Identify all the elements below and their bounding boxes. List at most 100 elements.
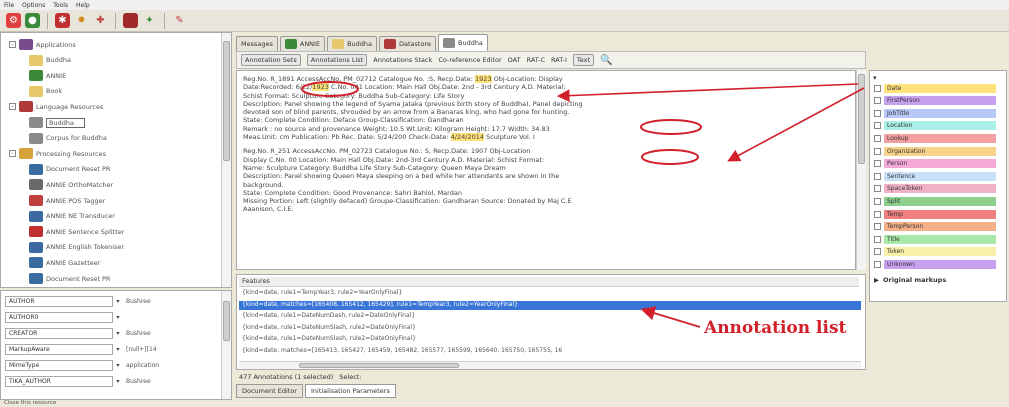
annotation-type-row[interactable]: Person [874, 159, 1006, 169]
tree-item[interactable]: Buddha [29, 54, 71, 66]
annotation-type-checkbox[interactable] [874, 185, 881, 193]
annotation-type-checkbox[interactable] [874, 197, 881, 205]
chevron-down-icon[interactable]: ▾ [113, 298, 123, 305]
annotation-type-row[interactable]: Lookup [874, 133, 1006, 143]
tree-item[interactable]: ANNIE NE Transducer [29, 210, 115, 222]
default-set-expander[interactable]: ▾ [873, 74, 877, 82]
annotation-type-checkbox[interactable] [874, 210, 881, 218]
tab-annie[interactable]: ANNIE [279, 36, 326, 51]
tree-item[interactable]: Book [29, 85, 62, 97]
annotation-type-row[interactable]: Title [874, 234, 1006, 244]
metadata-value[interactable]: Bushree [123, 298, 183, 305]
tab-buddha-document[interactable]: Buddha [437, 34, 488, 51]
annotation-sets-button[interactable]: Annotation Sets [241, 54, 301, 66]
load-application-icon[interactable]: ⚙ [6, 13, 21, 28]
metadata-value[interactable]: Bushree [123, 378, 183, 385]
hscroll-thumb[interactable] [299, 363, 459, 368]
tree-item[interactable]: Buddha [29, 117, 85, 128]
annotations-list-button[interactable]: Annotations List [306, 54, 368, 66]
metadata-key[interactable]: AUTHOR0 [5, 312, 113, 323]
annotation-type-row[interactable]: FirstPerson [874, 96, 1006, 106]
tab-datastore[interactable]: Datastore [379, 36, 436, 51]
annotation-row-selected[interactable]: {kind=date, matches=[165408, 165412, 165… [239, 300, 861, 310]
tab-messages[interactable]: Messages [236, 36, 278, 51]
chevron-down-icon[interactable]: ▾ [113, 314, 123, 321]
document-text-area[interactable]: Reg.No. R_1891 AccessAccNo. PM_02712 Cat… [236, 70, 856, 270]
annotation-type-row[interactable]: Organization [874, 146, 1006, 156]
chevron-down-icon[interactable]: ▾ [113, 346, 123, 353]
oat-button[interactable]: OAT [508, 56, 521, 64]
annotation-type-checkbox[interactable] [874, 109, 881, 117]
annotation-type-row[interactable]: Unknown [874, 259, 1006, 269]
tree-item[interactable]: - Processing Resources [9, 148, 106, 160]
tree-item[interactable]: - Language Resources [9, 101, 103, 113]
tree-item[interactable]: - Applications [9, 39, 76, 50]
annotation-type-checkbox[interactable] [874, 172, 881, 180]
annotation-type-row[interactable]: Split [874, 196, 1006, 206]
metadata-scroll-thumb[interactable] [223, 301, 230, 341]
menu-tools[interactable]: Tools [53, 2, 68, 9]
tree-item[interactable]: Document Reset PR [29, 273, 110, 284]
metadata-value[interactable]: Bushree [123, 330, 183, 337]
metadata-key[interactable]: MimeType [5, 360, 113, 371]
annotation-type-checkbox[interactable] [874, 122, 881, 130]
annotation-list-hscrollbar[interactable] [239, 361, 861, 369]
annotation-type-checkbox[interactable] [874, 260, 881, 268]
metadata-value[interactable]: application [123, 362, 183, 369]
metadata-scrollbar[interactable] [221, 291, 231, 399]
tree-expander-icon[interactable]: - [9, 103, 16, 111]
annotation-type-row[interactable]: Date [874, 83, 1006, 93]
annotations-stack-button[interactable]: Annotations Stack [373, 56, 432, 64]
chevron-down-icon[interactable]: ▾ [113, 330, 123, 337]
processing-resource-icon[interactable]: ✹ [74, 13, 89, 28]
gear-red-icon[interactable]: ✱ [55, 13, 70, 28]
document-scroll-thumb[interactable] [858, 74, 865, 164]
annotation-type-row[interactable]: TempPerson [874, 222, 1006, 232]
pipeline-icon[interactable]: ✚ [93, 13, 108, 28]
metadata-key[interactable]: TIKA_AUTHOR [5, 376, 113, 387]
tree-item[interactable]: ANNIE [29, 70, 66, 82]
metadata-value[interactable]: [null+][14 [123, 346, 183, 353]
chevron-down-icon[interactable]: ▾ [113, 378, 123, 385]
annotation-type-row[interactable]: Location [874, 121, 1006, 131]
tree-item[interactable]: ANNIE Sentence Splitter [29, 226, 124, 238]
tree-expander-icon[interactable]: - [9, 150, 16, 158]
annotation-type-row[interactable]: Temp [874, 209, 1006, 219]
tree-item[interactable]: ANNIE Gazetteer [29, 257, 100, 269]
annotation-type-checkbox[interactable] [874, 97, 881, 105]
menu-options[interactable]: Options [22, 2, 45, 9]
datastore-icon[interactable] [123, 13, 138, 28]
annotation-type-checkbox[interactable] [874, 235, 881, 243]
menu-file[interactable]: File [4, 2, 14, 9]
annotation-type-row[interactable]: SpaceToken [874, 184, 1006, 194]
tab-buddha-app[interactable]: Buddha [327, 36, 378, 51]
tree-scrollbar[interactable] [221, 33, 231, 287]
annotation-type-row[interactable]: JobTitle [874, 108, 1006, 118]
chevron-down-icon[interactable]: ▾ [113, 362, 123, 369]
annotation-row[interactable]: {kind=date, matches=[165413, 165427, 165… [239, 347, 861, 356]
menu-help[interactable]: Help [76, 2, 90, 9]
original-markups-set[interactable]: ▶ Original markups [874, 276, 946, 284]
annotation-type-checkbox[interactable] [874, 223, 881, 231]
rat-i-button[interactable]: RAT-I [551, 56, 567, 64]
metadata-key[interactable]: AUTHOR [5, 296, 113, 307]
tree-item[interactable]: ANNIE English Tokeniser [29, 241, 124, 253]
annotation-type-checkbox[interactable] [874, 147, 881, 155]
document-scrollbar[interactable] [856, 70, 866, 270]
tree-expander-icon[interactable]: - [9, 41, 16, 48]
annotation-type-checkbox[interactable] [874, 248, 881, 256]
annotation-type-checkbox[interactable] [874, 84, 881, 92]
wrench-icon[interactable]: ✎ [172, 13, 187, 28]
plugin-icon[interactable]: ✦ [142, 13, 157, 28]
tree-item[interactable]: ANNIE POS Tagger [29, 195, 105, 206]
tree-item[interactable]: ANNIE OrthoMatcher [29, 179, 113, 191]
metadata-key[interactable]: MarkupAware [5, 344, 113, 355]
annotation-type-row[interactable]: Token [874, 247, 1006, 257]
tree-scroll-thumb[interactable] [223, 41, 230, 161]
annie-icon[interactable]: ● [25, 13, 40, 28]
annotation-type-row[interactable]: Sentence [874, 171, 1006, 181]
annotation-row[interactable]: {kind=date, rule1=TempYear3, rule2=YearO… [239, 289, 861, 298]
tab-initialisation-parameters[interactable]: Initialisation Parameters [304, 384, 396, 398]
tree-item[interactable]: Corpus for Buddha [29, 132, 107, 144]
metadata-key[interactable]: CREATOR [5, 328, 113, 339]
